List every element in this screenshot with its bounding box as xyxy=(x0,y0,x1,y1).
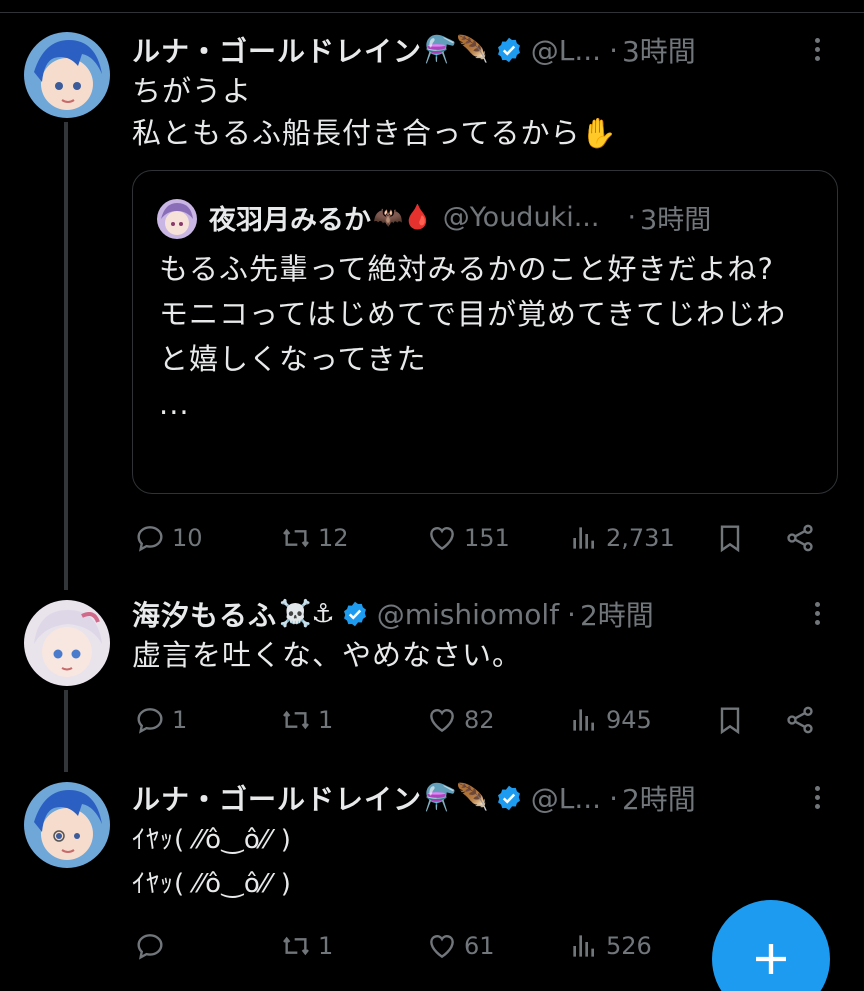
like-count: 61 xyxy=(464,932,495,960)
tweet-text: ｲﾔｯ( ⁄⁄ô‿ô⁄⁄ ) ｲﾔｯ( ⁄⁄ô‿ô⁄⁄ ) xyxy=(132,825,292,899)
like-button[interactable]: 82 xyxy=(426,700,495,740)
tweet-text: ちがうよ 私ともるふ船長付き合ってるから✋ xyxy=(132,74,618,150)
retweet-icon xyxy=(283,710,309,730)
retweet-count: 1 xyxy=(318,706,334,734)
retweet-count: 1 xyxy=(318,932,334,960)
tweet-header: ルナ・ゴールドレイン ⚗️🪶 @L... · 3時間 xyxy=(132,30,840,70)
timestamp[interactable]: 2時間 xyxy=(580,594,654,634)
tweet-text: 虚言を吐くな、やめなさい。 xyxy=(132,638,523,672)
views-count: 526 xyxy=(606,932,652,960)
retweet-button[interactable]: 12 xyxy=(280,518,349,558)
reply-button[interactable]: 10 xyxy=(134,518,203,558)
bookmark-button[interactable] xyxy=(714,518,746,558)
quote-separator-dot: · xyxy=(627,201,637,233)
heart-icon xyxy=(430,935,454,959)
more-options-icon[interactable] xyxy=(802,782,832,812)
verified-badge-icon xyxy=(497,37,520,63)
heart-icon xyxy=(430,709,454,733)
like-button[interactable]: 61 xyxy=(426,926,495,966)
separator-dot: · xyxy=(609,33,618,67)
name-emojis: ⚗️🪶 xyxy=(424,35,489,65)
tweet-header: ルナ・ゴールドレイン ⚗️🪶 @L... · 2時間 xyxy=(132,778,840,818)
quote-name-emojis: 🦇🩸 xyxy=(373,203,433,231)
quote-avatar[interactable] xyxy=(157,199,197,239)
display-name[interactable]: ルナ・ゴールドレイン xyxy=(132,30,422,70)
avatar[interactable] xyxy=(24,600,110,686)
more-options-icon[interactable] xyxy=(802,598,832,628)
reply-icon xyxy=(137,708,163,734)
tweet-2[interactable]: 海汐もるふ ☠️⚓ @mishiomolf · 2時間 虚言を吐くな、やめなさい… xyxy=(0,590,864,772)
avatar[interactable] xyxy=(24,782,110,868)
name-emojis: ⚗️🪶 xyxy=(424,783,489,813)
tweet-header: 海汐もるふ ☠️⚓ @mishiomolf · 2時間 xyxy=(132,594,840,634)
share-icon xyxy=(787,524,813,552)
views-chart-icon xyxy=(573,527,594,549)
like-button[interactable]: 151 xyxy=(426,518,510,558)
retweet-button[interactable]: 1 xyxy=(280,926,333,966)
thread-line xyxy=(64,122,68,590)
timestamp[interactable]: 3時間 xyxy=(622,30,696,70)
more-options-icon[interactable] xyxy=(802,34,832,64)
share-button[interactable] xyxy=(784,700,816,740)
quote-timestamp[interactable]: 3時間 xyxy=(640,198,711,237)
reply-count: 10 xyxy=(172,524,203,552)
reply-button[interactable]: 1 xyxy=(134,700,187,740)
tweet-1[interactable]: ルナ・ゴールドレイン ⚗️🪶 @L... · 3時間 ちがうよ 私ともるふ船長付… xyxy=(0,0,864,590)
verified-badge-icon xyxy=(497,785,520,811)
heart-icon xyxy=(430,527,454,551)
views-chart-icon xyxy=(573,709,594,731)
like-count: 82 xyxy=(464,706,495,734)
timestamp[interactable]: 2時間 xyxy=(622,778,696,818)
thread-line xyxy=(64,690,68,772)
reply-icon xyxy=(137,934,163,960)
avatar[interactable] xyxy=(24,32,110,118)
retweet-icon xyxy=(283,936,309,956)
share-button[interactable] xyxy=(784,518,816,558)
handle[interactable]: @L... xyxy=(531,34,601,67)
display-name[interactable]: ルナ・ゴールドレイン xyxy=(132,778,422,818)
bookmark-icon xyxy=(720,707,740,735)
retweet-button[interactable]: 1 xyxy=(280,700,333,740)
views-button[interactable]: 945 xyxy=(568,700,652,740)
share-icon xyxy=(787,706,813,734)
action-bar: 1 1 82 945 xyxy=(132,700,832,740)
views-count: 2,731 xyxy=(606,524,675,552)
bookmark-button[interactable] xyxy=(714,700,746,740)
quote-handle[interactable]: @Youduki... xyxy=(443,202,600,233)
reply-count: 1 xyxy=(172,706,188,734)
handle[interactable]: @L... xyxy=(531,782,601,815)
handle[interactable]: @mishiomolf xyxy=(377,598,559,631)
quote-header: 夜羽月みるか 🦇🩸 @Youduki... · 3時間 xyxy=(209,195,711,239)
quote-display-name[interactable]: 夜羽月みるか xyxy=(209,198,371,237)
quote-tweet[interactable]: 夜羽月みるか 🦇🩸 @Youduki... · 3時間 もるふ先輩って絶対みるか… xyxy=(132,170,838,494)
retweet-count: 12 xyxy=(318,524,349,552)
views-button[interactable]: 2,731 xyxy=(568,518,675,558)
reply-button[interactable] xyxy=(134,926,172,966)
reply-icon xyxy=(137,526,163,552)
bookmark-icon xyxy=(720,525,740,553)
quote-text: もるふ先輩って絶対みるかのこと好きだよね? モニコってはじめてで目が覚めてきてじ… xyxy=(159,252,787,421)
verified-badge-icon xyxy=(343,601,366,627)
views-chart-icon xyxy=(573,935,594,957)
separator-dot: · xyxy=(609,781,618,815)
plus-icon xyxy=(756,944,786,974)
like-count: 151 xyxy=(464,524,510,552)
display-name[interactable]: 海汐もるふ xyxy=(132,594,277,634)
views-count: 945 xyxy=(606,706,652,734)
action-bar: 10 12 151 2,731 xyxy=(132,518,832,558)
separator-dot: · xyxy=(567,597,576,631)
views-button[interactable]: 526 xyxy=(568,926,652,966)
retweet-icon xyxy=(283,528,309,548)
name-emojis: ☠️⚓ xyxy=(279,599,335,629)
